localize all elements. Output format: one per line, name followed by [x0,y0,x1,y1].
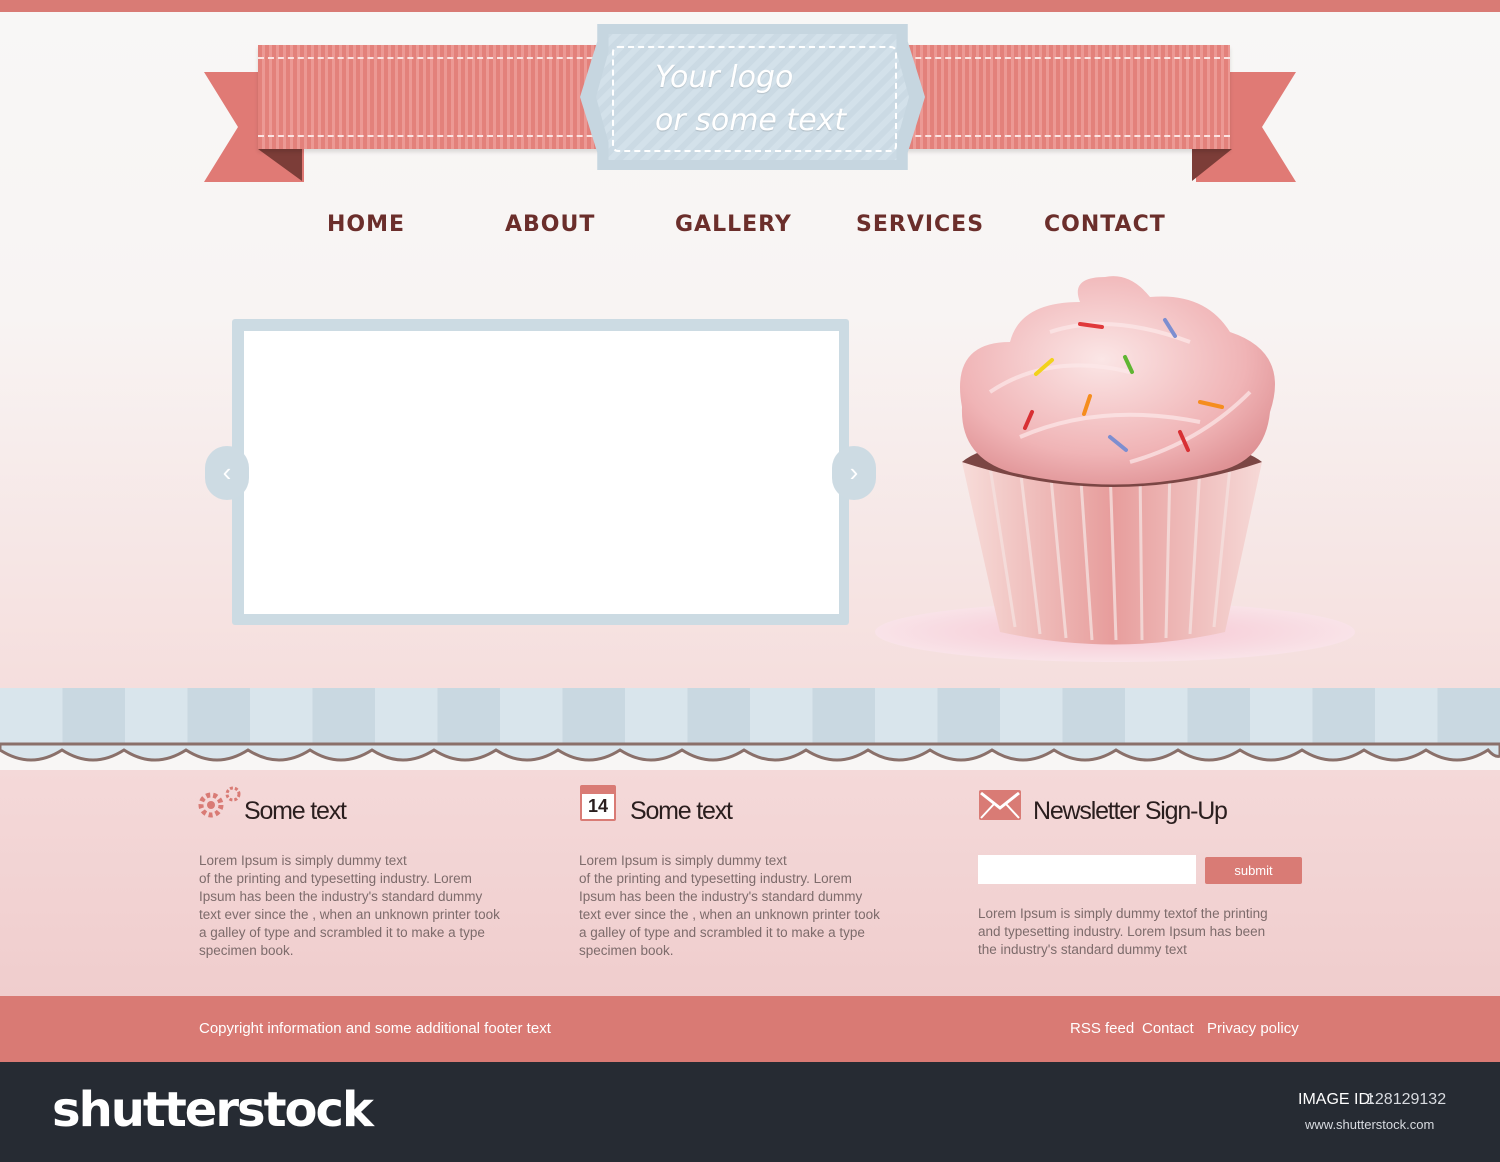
cupcake-illustration [875,276,1355,662]
nav-about[interactable]: ABOUT [505,212,595,237]
chevron-right-icon: › [849,457,859,487]
calendar-icon: 14 [580,785,616,821]
text-line: of the printing and typesetting industry… [579,871,852,886]
text-line: Lorem Ipsum is simply dummy text [199,853,407,868]
column-2-title: Some text [630,797,733,825]
logo[interactable]: Your logo or some text [655,56,885,142]
scalloped-awning [0,688,1500,762]
text-line: Lorem Ipsum is simply dummy text [579,853,787,868]
ribbon-fold-left [258,149,302,181]
text-line: the industry's standard dummy text [978,942,1187,957]
text-line: of the printing and typesetting industry… [199,871,472,886]
nav-contact[interactable]: CONTACT [1044,212,1166,237]
footer-link-rss[interactable]: RSS feed [1070,1020,1134,1037]
text-line: and typesetting industry. Lorem Ipsum ha… [978,924,1266,939]
footer-link-privacy[interactable]: Privacy policy [1207,1020,1299,1037]
slider-viewport[interactable] [244,331,839,614]
newsletter-submit-button[interactable]: submit [1205,857,1302,884]
footer-copyright: Copyright information and some additiona… [199,1020,551,1037]
text-line: text ever since the , when an unknown pr… [199,907,500,922]
column-2-text: Lorem Ipsum is simply dummy text of the … [579,852,899,960]
nav-home[interactable]: HOME [327,212,405,237]
text-line: a galley of type and scrambled it to mak… [199,925,485,940]
text-line: Ipsum has been the industry's standard d… [199,889,483,904]
text-line: specimen book. [579,943,674,958]
shutterstock-logo: shutterstock [52,1082,374,1138]
calendar-day: 14 [587,796,609,816]
image-id: 128129132 [1366,1091,1447,1108]
logo-line-1: Your logo [655,60,794,95]
column-1-title: Some text [244,797,347,825]
nav-gallery[interactable]: GALLERY [675,212,792,237]
text-line: Lorem Ipsum is simply dummy textof the p… [978,906,1268,921]
gears-icon [198,786,241,818]
nav-services[interactable]: SERVICES [856,212,984,237]
chevron-left-icon: ‹ [222,457,232,487]
text-line: a galley of type and scrambled it to mak… [579,925,865,940]
column-1-text: Lorem Ipsum is simply dummy text of the … [199,852,519,960]
logo-line-2: or some text [655,103,847,138]
text-line: text ever since the , when an unknown pr… [579,907,880,922]
ribbon-fold-right [1192,149,1232,181]
newsletter-email-input[interactable] [978,855,1196,884]
slider-prev-button[interactable]: ‹ [205,446,249,500]
stock-url: www.shutterstock.com [1305,1117,1435,1132]
text-line: Ipsum has been the industry's standard d… [579,889,863,904]
image-id-label: IMAGE ID: [1298,1091,1375,1108]
newsletter-text: Lorem Ipsum is simply dummy textof the p… [978,905,1298,959]
footer-link-contact[interactable]: Contact [1142,1020,1194,1037]
newsletter-title: Newsletter Sign-Up [1033,797,1228,825]
top-strip [0,0,1500,12]
envelope-icon [979,790,1021,820]
text-line: specimen book. [199,943,294,958]
